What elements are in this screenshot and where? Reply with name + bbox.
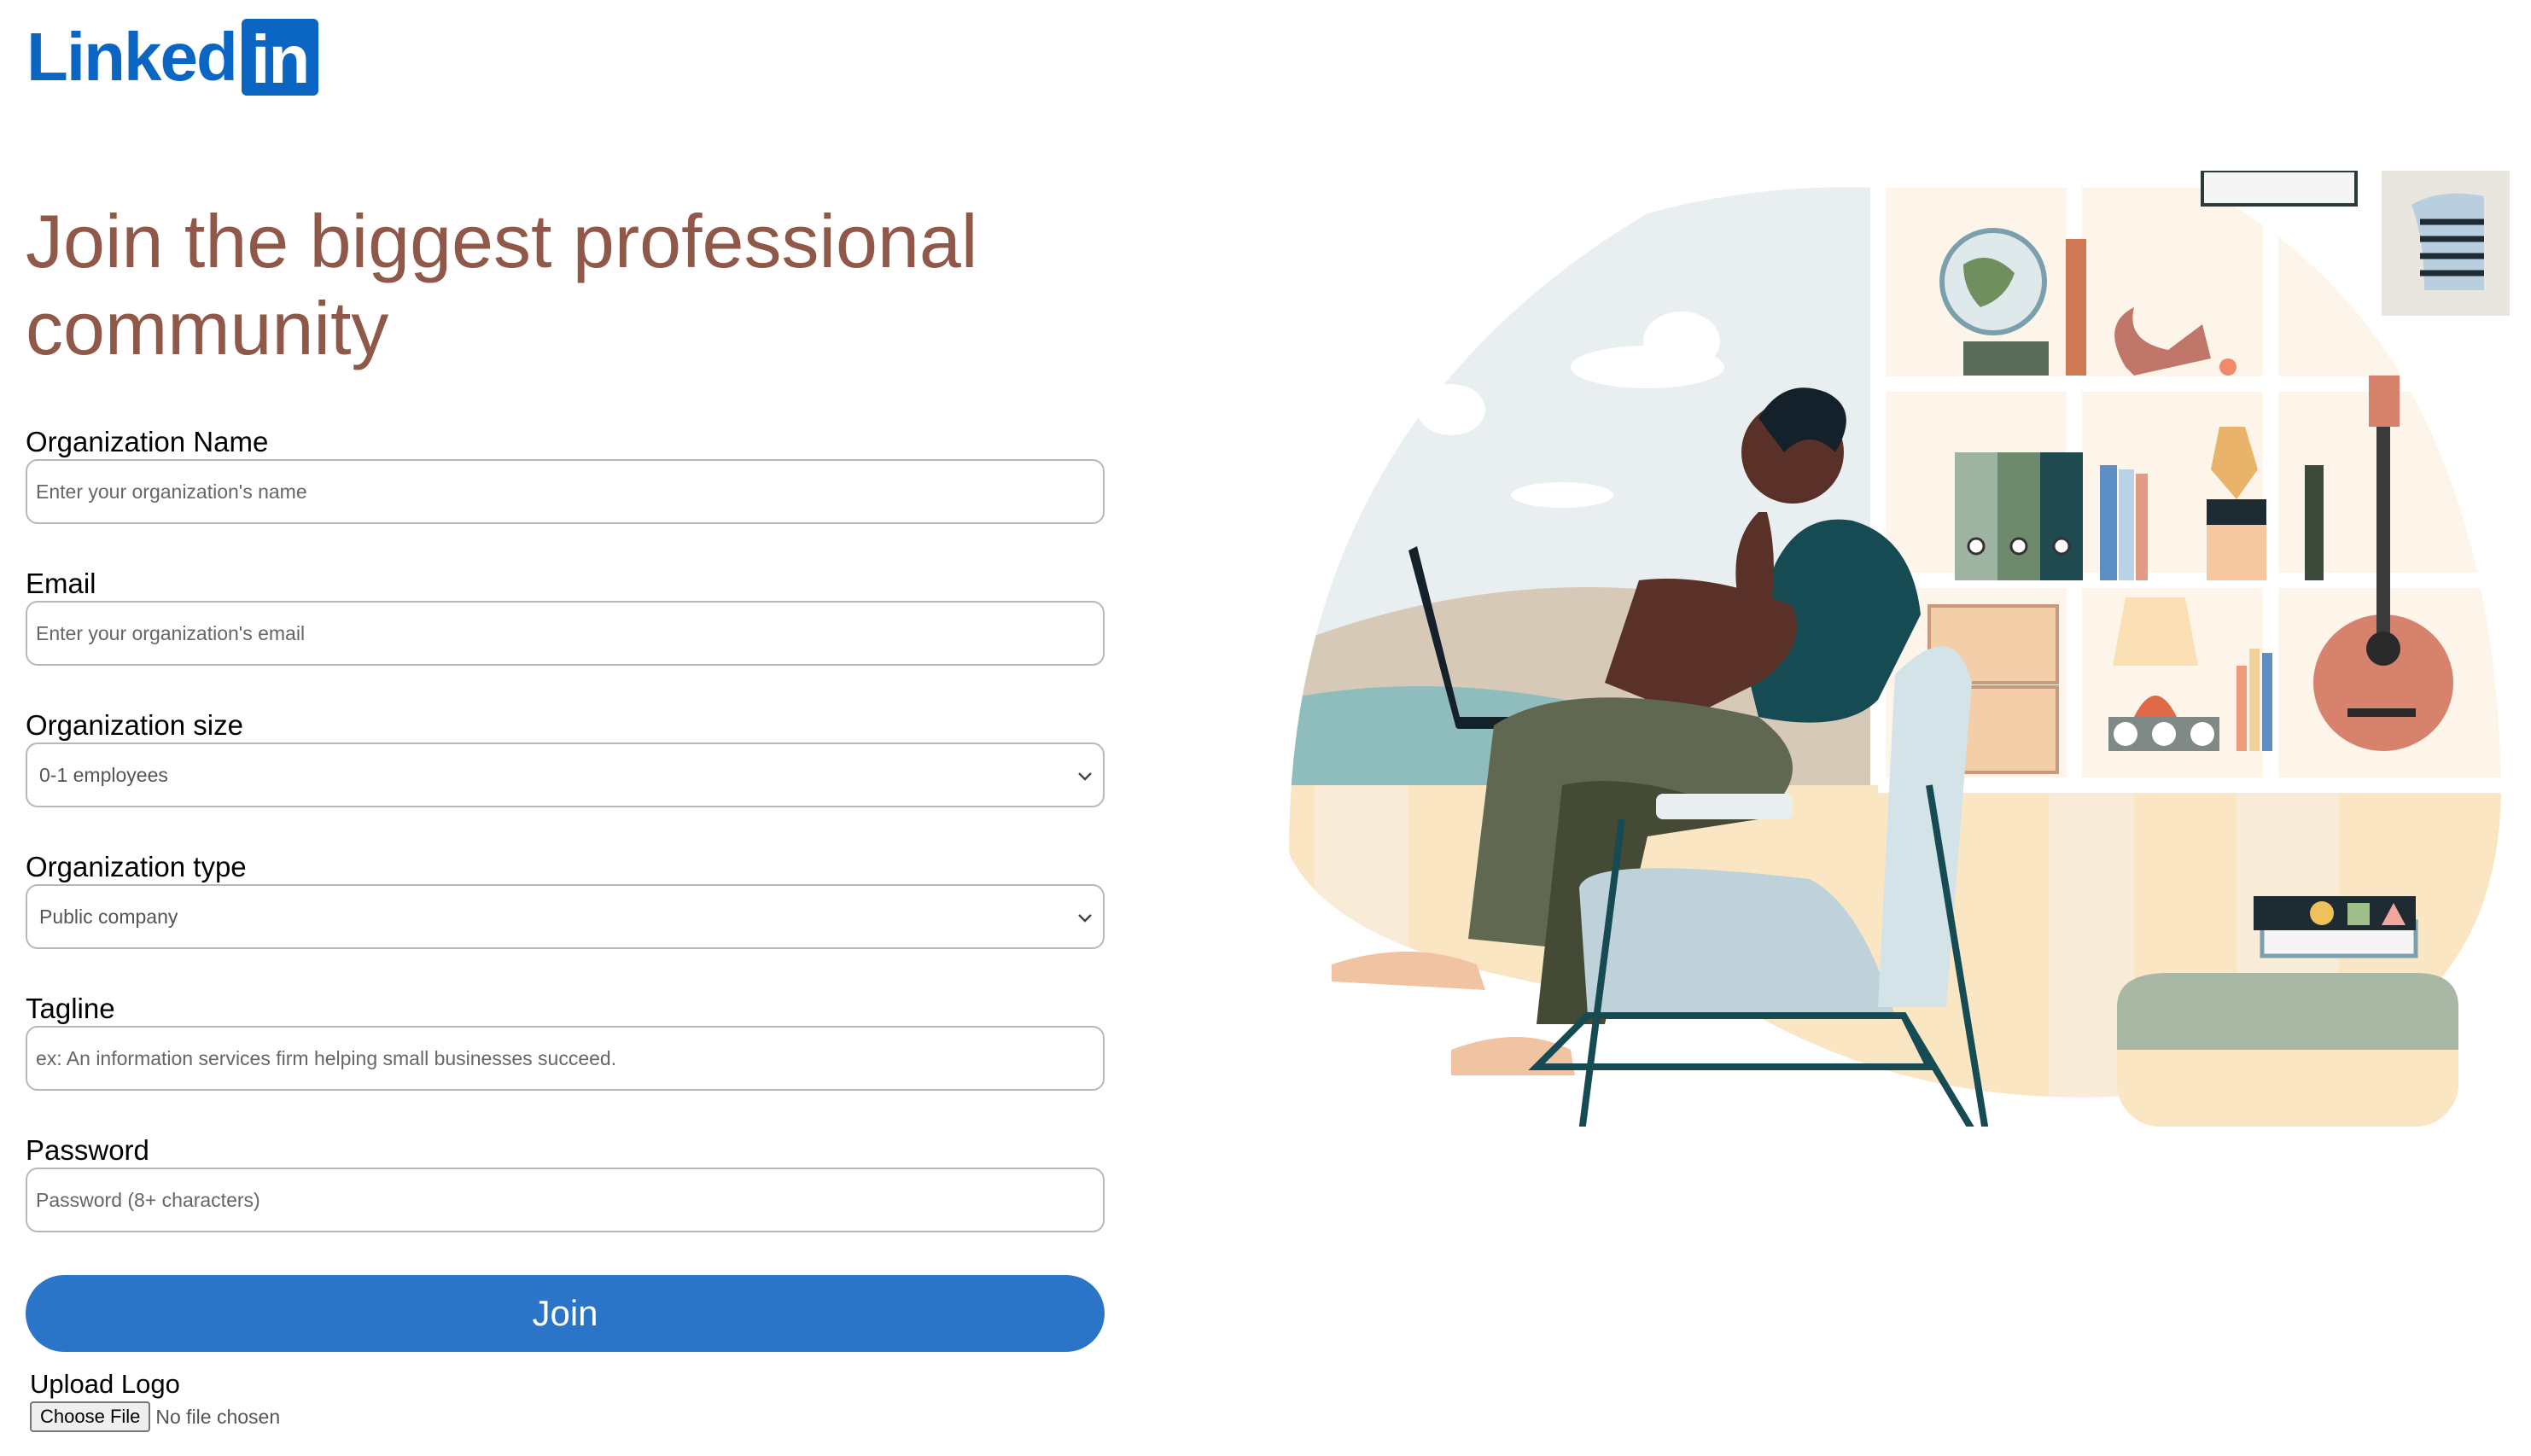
- upload-logo-field: Upload Logo Choose File No file chosen: [30, 1369, 280, 1432]
- framed-picture: [2382, 171, 2510, 316]
- org-type-label: Organization type: [26, 851, 247, 882]
- file-status: No file chosen: [155, 1405, 281, 1428]
- tagline-label: Tagline: [26, 993, 115, 1024]
- org-size-field: Organization size 0-1 employees: [26, 710, 1105, 852]
- hero-illustration: [1289, 171, 2510, 1127]
- email-field: Email: [26, 568, 1105, 710]
- choose-file-button[interactable]: Choose File: [30, 1401, 151, 1432]
- tagline-input[interactable]: [26, 1026, 1105, 1091]
- email-input[interactable]: [26, 601, 1105, 666]
- tagline-field: Tagline: [26, 993, 1105, 1135]
- org-type-field: Organization type Public company: [26, 852, 1105, 993]
- org-size-select[interactable]: 0-1 employees: [26, 743, 1105, 807]
- linkedin-logo[interactable]: Linked in: [26, 19, 318, 96]
- signup-form: Organization Name Email Organization siz…: [26, 427, 1105, 1277]
- email-label: Email: [26, 568, 96, 599]
- org-name-field: Organization Name: [26, 427, 1105, 568]
- org-name-label: Organization Name: [26, 426, 269, 457]
- password-input[interactable]: [26, 1168, 1105, 1232]
- logo-wordmark: Linked: [26, 19, 238, 95]
- org-type-select[interactable]: Public company: [26, 884, 1105, 949]
- org-size-label: Organization size: [26, 709, 243, 741]
- logo-in-box: in: [241, 19, 318, 96]
- password-field: Password: [26, 1135, 1105, 1277]
- upload-logo-label: Upload Logo: [30, 1369, 180, 1399]
- page-headline: Join the biggest professional community: [26, 199, 978, 370]
- join-button[interactable]: Join: [26, 1275, 1105, 1352]
- org-name-input[interactable]: [26, 459, 1105, 524]
- password-label: Password: [26, 1134, 149, 1166]
